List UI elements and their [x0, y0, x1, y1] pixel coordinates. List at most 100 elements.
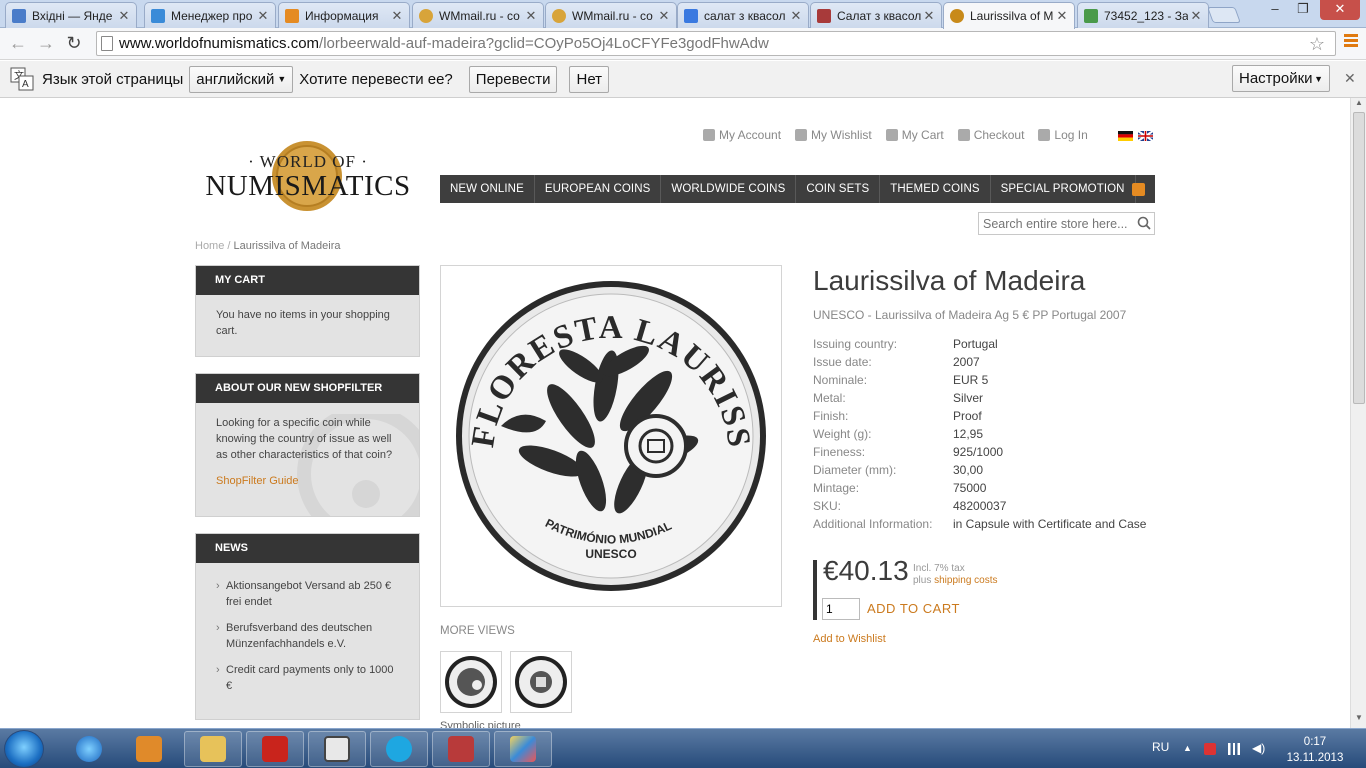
internet-explorer-icon[interactable]	[60, 731, 118, 767]
language-indicator[interactable]: RU	[1152, 740, 1169, 754]
image-icon	[1084, 8, 1098, 23]
coin-icon	[950, 9, 964, 23]
product-main-image[interactable]: FLORESTA LAURISSILVA DA MADEIRA UNESCO P…	[440, 265, 782, 607]
german-flag-icon[interactable]	[1118, 131, 1133, 141]
thumbnail-obverse[interactable]	[510, 651, 572, 713]
close-tab-icon[interactable]: ✕	[658, 8, 670, 24]
attribute-row: Nominale: EUR 5	[813, 371, 1146, 389]
breadcrumb-home[interactable]: Home	[195, 240, 224, 252]
browser-tab[interactable]: 73452_123 - За ✕	[1077, 2, 1209, 28]
translate-settings-button[interactable]: Настройки ▼	[1232, 65, 1330, 92]
close-translate-bar-icon[interactable]: ✕	[1344, 70, 1356, 87]
start-button[interactable]	[4, 730, 44, 768]
close-tab-icon[interactable]: ✕	[257, 8, 269, 24]
attribute-value: 2007	[953, 355, 980, 369]
attribute-value: 925/1000	[953, 445, 1004, 459]
english-flag-icon[interactable]	[1138, 131, 1153, 141]
my-cart-link[interactable]: My Cart	[885, 128, 944, 142]
nav-item[interactable]: SPECIAL PROMOTION	[991, 175, 1136, 203]
nav-item[interactable]: THEMED COINS	[880, 175, 991, 203]
close-window-icon[interactable]: ✕	[1320, 0, 1360, 20]
new-tab-button[interactable]	[1207, 7, 1241, 23]
close-tab-icon[interactable]: ✕	[923, 8, 935, 24]
clock-date: 13.11.2013	[1286, 752, 1344, 764]
document-viewer-icon[interactable]	[308, 731, 366, 767]
shopfilter-guide-link[interactable]: ShopFilter Guide	[216, 473, 399, 489]
thumbnail-reverse[interactable]	[440, 651, 502, 713]
quantity-input[interactable]	[822, 598, 860, 620]
attribute-row: Metal: Silver	[813, 389, 1146, 407]
volume-icon[interactable]: ◀)	[1252, 741, 1265, 755]
browser-tab[interactable]: Менеджер про ✕	[144, 2, 276, 28]
chrome-menu-icon[interactable]	[1344, 34, 1358, 48]
my-account-link[interactable]: My Account	[703, 128, 781, 142]
news-item[interactable]: Credit card payments only to 1000 €	[216, 662, 399, 694]
security-alert-icon[interactable]	[1204, 743, 1216, 755]
bookmark-star-icon[interactable]: ☆	[1309, 34, 1325, 55]
add-to-wishlist-link[interactable]: Add to Wishlist	[813, 633, 886, 645]
browser-tab[interactable]: Laurissilva of M ✕	[943, 2, 1075, 29]
shipping-costs-link[interactable]: shipping costs	[934, 575, 997, 586]
attribute-row: Finish: Proof	[813, 407, 1146, 425]
attribute-row: Additional Information: in Capsule with C…	[813, 515, 1146, 533]
news-item[interactable]: Aktionsangebot Versand ab 250 € frei end…	[216, 578, 399, 610]
tray-expand-icon[interactable]: ▲	[1183, 743, 1195, 755]
pdf-reader-icon[interactable]	[246, 731, 304, 767]
checkout-link[interactable]: Checkout	[957, 128, 1024, 142]
network-icon[interactable]	[1228, 743, 1240, 755]
translate-question: Хотите перевести ее?	[299, 70, 453, 88]
my-wishlist-link[interactable]: My Wishlist	[795, 128, 872, 142]
search-input[interactable]	[978, 212, 1155, 235]
browser-tab[interactable]: Салат з квасол ✕	[810, 2, 942, 28]
close-tab-icon[interactable]: ✕	[118, 8, 130, 24]
minimize-icon[interactable]: –	[1262, 0, 1288, 20]
back-arrow-icon[interactable]: ←	[8, 34, 28, 54]
product-subtitle: UNESCO - Laurissilva of Madeira Ag 5 € P…	[813, 308, 1127, 322]
clock[interactable]: 0:17 13.11.2013	[1285, 734, 1345, 766]
explorer-folder-icon[interactable]	[184, 731, 242, 767]
site-logo[interactable]: · WORLD OF · NUMISMATICS	[195, 140, 421, 216]
browser-tab[interactable]: Вхідні — Янде ✕	[5, 2, 137, 28]
browser-tab[interactable]: салат з квасол ✕	[677, 2, 809, 28]
maximize-icon[interactable]: ❐	[1290, 0, 1316, 20]
news-item[interactable]: Berufsverband des deutschen Münzenfachha…	[216, 620, 399, 652]
page-icon	[101, 36, 113, 51]
scrollbar-thumb[interactable]	[1353, 112, 1365, 404]
search-icon[interactable]	[1137, 216, 1151, 230]
paint-icon[interactable]	[494, 731, 552, 767]
attribute-label: Nominale:	[813, 373, 868, 387]
nav-item[interactable]: EUROPEAN COINS	[535, 175, 662, 203]
close-tab-icon[interactable]: ✕	[1190, 8, 1202, 24]
browser-tab[interactable]: WMmail.ru - со ✕	[545, 2, 677, 28]
browser-tab[interactable]: Информация ✕	[278, 2, 410, 28]
rss-icon[interactable]	[1132, 183, 1145, 196]
browser-tab[interactable]: WMmail.ru - со ✕	[412, 2, 544, 28]
nav-item[interactable]: WORLDWIDE COINS	[661, 175, 797, 203]
attribute-row: Issuing country: Portugal	[813, 335, 1146, 353]
forward-arrow-icon[interactable]: →	[36, 34, 56, 54]
close-tab-icon[interactable]: ✕	[391, 8, 403, 24]
translate-button[interactable]: Перевести	[468, 65, 558, 93]
graphics-app-icon[interactable]	[432, 731, 490, 767]
scroll-down-icon[interactable]: ▼	[1351, 713, 1366, 726]
page-icon	[817, 8, 831, 23]
news-title: NEWS	[196, 534, 419, 563]
media-player-icon[interactable]	[120, 731, 178, 767]
mail-icon	[12, 8, 26, 23]
close-tab-icon[interactable]: ✕	[525, 8, 537, 24]
log-in-link[interactable]: Log In	[1038, 128, 1088, 142]
close-tab-icon[interactable]: ✕	[790, 8, 802, 24]
language-select[interactable]: английский ▼	[189, 65, 294, 93]
add-to-cart-button[interactable]: ADD TO CART	[867, 601, 960, 616]
close-tab-icon[interactable]: ✕	[1056, 8, 1068, 24]
reload-icon[interactable]: ↻	[64, 34, 84, 54]
news-list: Aktionsangebot Versand ab 250 € frei end…	[196, 563, 419, 716]
scroll-up-icon[interactable]: ▲	[1351, 98, 1366, 111]
nav-item[interactable]: NEW ONLINE	[440, 175, 535, 203]
skype-icon[interactable]	[370, 731, 428, 767]
address-bar[interactable]: www.worldofnumismatics.com/lorbeerwald-a…	[96, 31, 1336, 56]
nav-item[interactable]: COIN SETS	[796, 175, 881, 203]
logo-top-text: · WORLD OF ·	[248, 152, 368, 171]
page-scrollbar[interactable]: ▲ ▼	[1350, 98, 1366, 728]
no-translate-button[interactable]: Нет	[569, 65, 610, 93]
